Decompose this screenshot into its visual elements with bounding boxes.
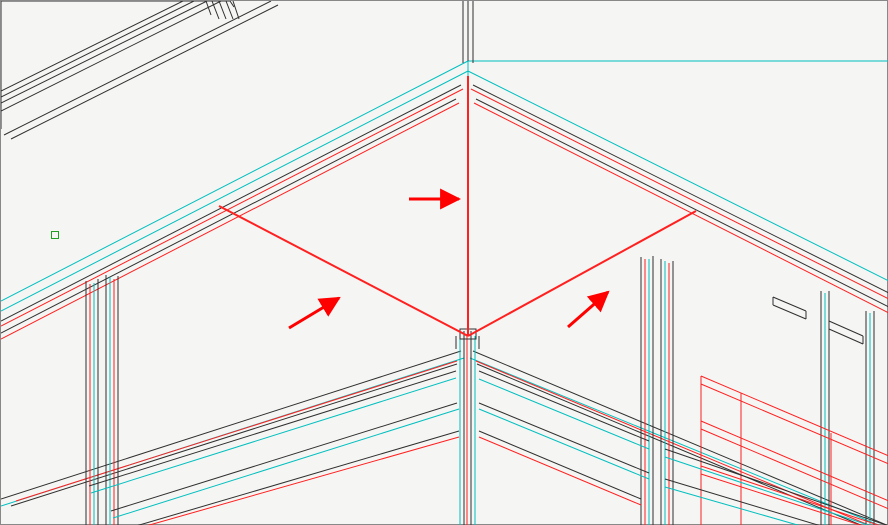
wall-corner — [1, 1, 888, 301]
highlight-lines — [219, 76, 696, 336]
window-frame — [1, 1, 278, 139]
highlight-diag-left — [219, 206, 468, 336]
cad-viewport[interactable] — [0, 0, 888, 525]
wireframe-canvas — [1, 1, 888, 525]
arrow-left — [289, 298, 339, 328]
arrow-right — [568, 292, 608, 327]
annotation-arrows — [289, 199, 608, 328]
highlight-diag-right — [468, 211, 696, 336]
right-cabinet-verticals-near — [479, 256, 673, 525]
selection-marker — [51, 231, 59, 239]
left-cabinet-verticals — [86, 275, 459, 525]
corner-verticals — [456, 329, 479, 525]
